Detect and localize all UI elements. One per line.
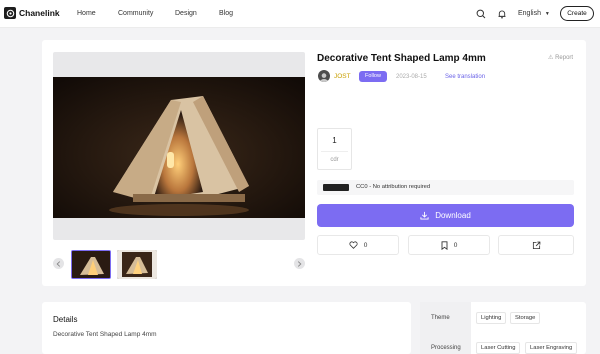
chevron-left-icon[interactable] [53,258,64,269]
tag-storage[interactable]: Storage [510,312,541,324]
share-icon [532,241,540,249]
processing-label: Processing [431,345,461,351]
share-button[interactable] [498,235,574,255]
license-text: CC0 - No attribution required [356,184,431,190]
logo-icon[interactable] [4,7,16,19]
save-count: 0 [453,241,458,249]
bookmark-icon [441,240,448,250]
see-translation-link[interactable]: See translation [445,73,485,81]
license-bar: CC0 - No attribution required [317,180,574,195]
language-label: English [518,10,541,17]
download-button[interactable]: Download [317,204,574,227]
product-title: Decorative Tent Shaped Lamp 4mm [317,53,486,64]
tag-lighting[interactable]: Lighting [476,312,507,324]
follow-button[interactable]: Follow [359,71,387,82]
warning-icon: ⚠ [548,55,554,61]
logo-text[interactable]: Chanelink [19,7,60,20]
chevron-right-icon[interactable] [294,258,305,269]
publish-date: 2023-08-15 [396,74,427,80]
language-select[interactable]: English ▼ [518,9,550,19]
thumbnail-1[interactable] [71,250,111,279]
top-bar: Chanelink Home Community Design Blog Eng… [0,0,600,28]
author-name[interactable]: JOST [334,73,351,81]
heart-icon [349,241,358,249]
theme-label: Theme [431,315,450,321]
like-count: 0 [363,241,368,249]
details-text: Decorative Tent Shaped Lamp 4mm [53,331,157,338]
divider [321,151,348,152]
report-label: Report [555,55,574,61]
nav-blog[interactable]: Blog [219,9,233,19]
tag-laser-engraving[interactable]: Laser Engraving [525,342,578,354]
like-button[interactable]: 0 [317,235,399,255]
nav-design[interactable]: Design [175,9,197,19]
save-button[interactable]: 0 [408,235,490,255]
report-button[interactable]: ⚠ Report [548,54,573,62]
cc0-badge-icon [323,184,349,191]
details-card [42,302,411,354]
avatar[interactable] [318,70,330,82]
nav-home[interactable]: Home [77,9,96,19]
file-format-box[interactable]: 1 cdr [317,128,352,170]
create-button[interactable]: Create [560,6,594,21]
details-title: Details [53,315,78,324]
bell-icon[interactable] [495,7,508,20]
nav-community[interactable]: Community [118,9,153,19]
download-icon [420,211,429,220]
file-extension: cdr [330,157,339,163]
search-icon[interactable] [474,7,487,20]
thumbnail-2[interactable] [117,250,157,279]
chevron-down-icon: ▼ [544,11,550,17]
product-image[interactable] [53,52,305,240]
tag-laser-cutting[interactable]: Laser Cutting [476,342,521,354]
download-label: Download [435,211,471,220]
file-count: 1 [332,136,337,145]
